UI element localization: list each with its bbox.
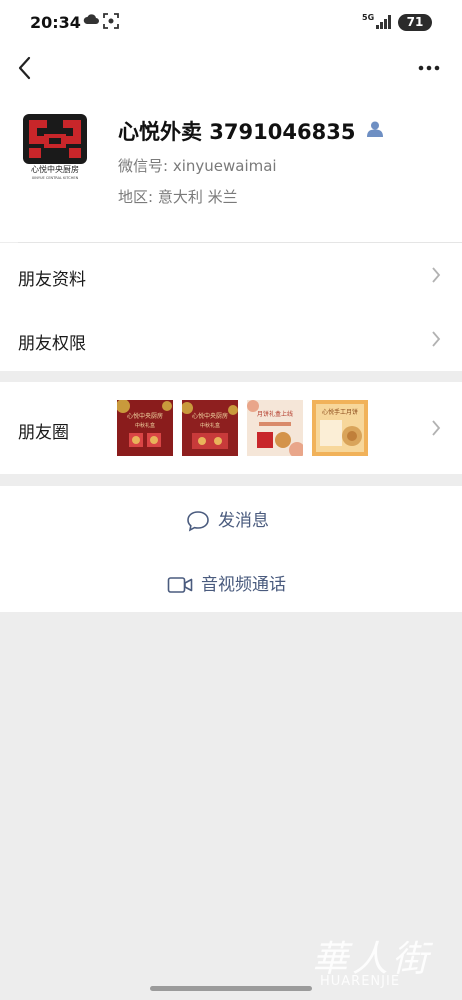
person-icon bbox=[367, 121, 383, 137]
thumb-title: 心悦手工月饼 bbox=[322, 408, 358, 416]
status-time: 20:34 bbox=[30, 13, 81, 32]
more-options-icon[interactable] bbox=[414, 54, 444, 82]
signal-icon bbox=[376, 15, 391, 29]
battery-indicator: 71 bbox=[398, 14, 432, 31]
row-friend-permissions[interactable]: 朋友权限 bbox=[0, 307, 462, 371]
home-indicator[interactable] bbox=[150, 986, 312, 991]
contact-name: 心悦外卖 3791046835 bbox=[118, 120, 356, 144]
avatar-caption: 心悦中央厨房 bbox=[31, 164, 79, 174]
thumb-title: 心悦中央厨房 bbox=[192, 412, 228, 420]
send-message-label: 发消息 bbox=[218, 511, 269, 531]
chevron-right-icon bbox=[432, 420, 441, 436]
thumb-title: 心悦中央厨房 bbox=[127, 412, 163, 420]
avatar[interactable]: 心悦中央厨房 XINYUE CENTRAL KITCHEN bbox=[22, 114, 88, 180]
moments-thumbnail[interactable]: 心悦中央厨房 中秋礼盒 bbox=[117, 400, 173, 456]
actions-panel: 发消息 音视频通话 bbox=[0, 486, 462, 612]
wechat-id: 微信号: xinyuewaimai bbox=[118, 157, 277, 175]
send-message-button[interactable]: 发消息 bbox=[186, 506, 269, 532]
thumb-title: 月饼礼盒上线 bbox=[257, 410, 293, 418]
avatar-subcaption: XINYUE CENTRAL KITCHEN bbox=[32, 176, 79, 180]
moments-label: 朋友圈 bbox=[18, 423, 69, 443]
chat-bubble-icon bbox=[187, 511, 209, 532]
friend-info-label: 朋友资料 bbox=[18, 270, 86, 290]
status-bar: 20:34 5G 71 bbox=[0, 0, 462, 46]
chevron-right-icon bbox=[432, 267, 441, 283]
friend-permissions-label: 朋友权限 bbox=[18, 334, 86, 354]
back-arrow-icon[interactable] bbox=[14, 54, 42, 82]
profile-header: 心悦中央厨房 XINYUE CENTRAL KITCHEN 心悦外卖 37910… bbox=[0, 92, 462, 242]
video-camera-icon bbox=[167, 577, 193, 593]
row-friend-info[interactable]: 朋友资料 bbox=[0, 243, 462, 307]
region: 地区: 意大利 米兰 bbox=[118, 188, 238, 206]
watermark-text: HUARENJIE bbox=[320, 974, 401, 989]
thumb-subtitle: 中秋礼盒 bbox=[135, 422, 155, 429]
screen-record-icon bbox=[103, 13, 119, 29]
row-moments[interactable]: 朋友圈 心悦中央厨房 中秋礼盒 心悦中央厨房 中秋礼盒 月饼礼盒上线 心悦手工月… bbox=[0, 382, 462, 474]
av-call-button[interactable]: 音视频通话 bbox=[167, 570, 286, 595]
moments-thumbnail[interactable]: 心悦中央厨房 中秋礼盒 bbox=[182, 400, 238, 456]
cloud-icon bbox=[83, 14, 99, 24]
moments-thumbnail[interactable]: 月饼礼盒上线 bbox=[247, 400, 303, 456]
av-call-label: 音视频通话 bbox=[201, 575, 286, 595]
chevron-right-icon bbox=[432, 331, 441, 347]
network-type: 5G bbox=[362, 13, 375, 22]
nav-bar bbox=[0, 46, 462, 92]
thumb-subtitle: 中秋礼盒 bbox=[200, 422, 220, 429]
moments-thumbnail[interactable]: 心悦手工月饼 bbox=[312, 400, 368, 456]
